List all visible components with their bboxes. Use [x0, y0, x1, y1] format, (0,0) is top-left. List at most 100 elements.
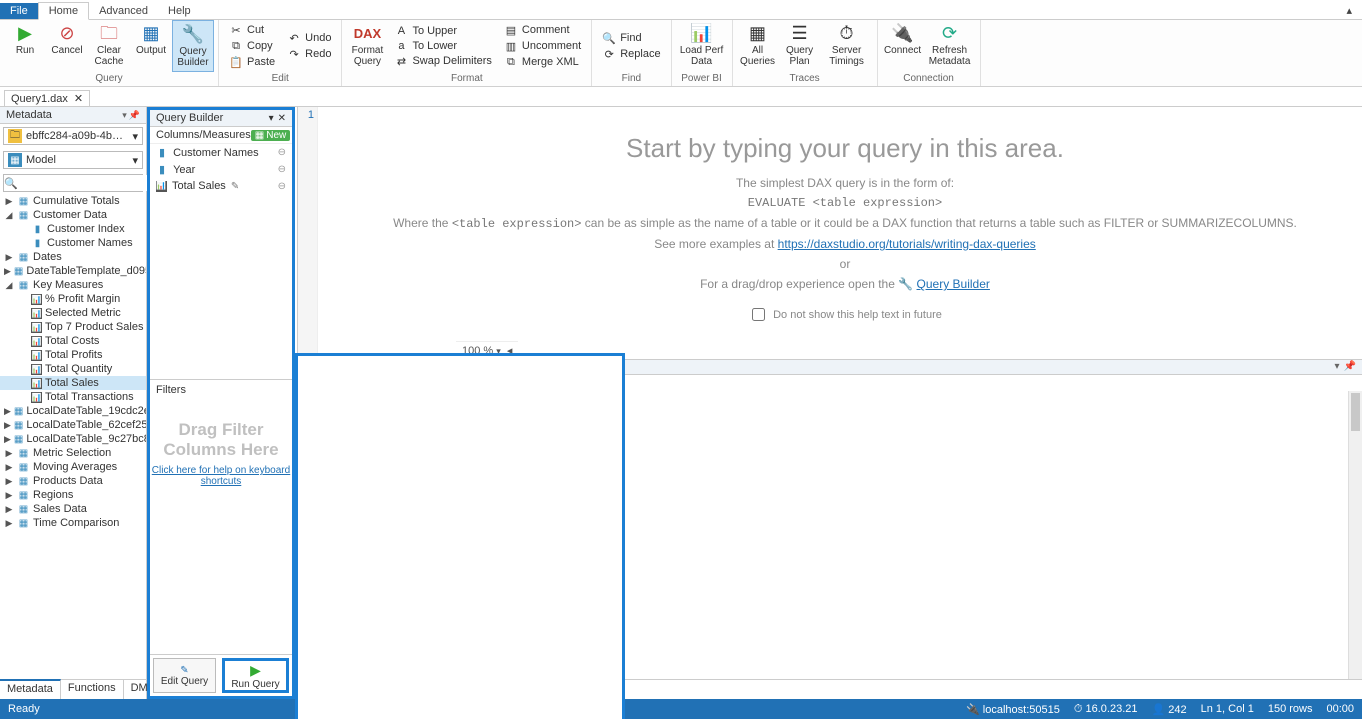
tree-node[interactable]: ▶▦Sales Data	[0, 502, 146, 516]
close-icon[interactable]: ✕	[74, 92, 83, 105]
column-header[interactable]: Customer Names	[297, 375, 399, 392]
tab-file[interactable]: File	[0, 3, 38, 19]
tree-node[interactable]: ▶▦DateTableTemplate_d095fb	[0, 264, 146, 278]
results-grid[interactable]: Customer NamesYearTotal SalesAvon Corp20…	[297, 375, 528, 671]
metadata-tree[interactable]: ▶▦Cumulative Totals◢▦Customer Data▮Custo…	[0, 194, 146, 679]
query-editor[interactable]: 1 Start by typing your query in this are…	[297, 107, 1362, 359]
tree-node[interactable]: ▶▦Cumulative Totals	[0, 194, 146, 208]
run-query-button[interactable]: ▶Run Query	[222, 658, 289, 693]
remove-icon[interactable]: ⊖	[278, 164, 286, 175]
table-row[interactable]: Ei2014$802,854.30	[297, 498, 528, 511]
comment-button[interactable]: ▤Comment	[501, 23, 584, 38]
cut-button[interactable]: ✂Cut	[226, 23, 278, 38]
metadata-search[interactable]: 🔍	[3, 174, 143, 192]
tree-node[interactable]: 📊Total Quantity	[0, 362, 146, 376]
search-input[interactable]	[18, 175, 164, 191]
table-row[interactable]: Ohio2014$895,810.10	[297, 657, 528, 670]
table-row[interactable]: Pure Group2014$1,294,976.00	[297, 604, 528, 617]
tab-output[interactable]: Output	[297, 680, 351, 699]
tree-node[interactable]: ▶▦Metric Selection	[0, 446, 146, 460]
output-button[interactable]: ▦Output	[130, 20, 172, 72]
collapse-ribbon[interactable]: ▴	[1336, 2, 1362, 19]
connect-button[interactable]: 🔌Connect	[882, 20, 924, 72]
table-row[interactable]: Qualitest2014$764,811.70	[297, 631, 528, 644]
tree-node[interactable]: ▮Customer Index	[0, 222, 146, 236]
table-row[interactable]: Linde2014$739,425.40	[297, 564, 528, 577]
tab-help[interactable]: Help	[158, 3, 201, 19]
copy-button[interactable]: ⧉Copy	[226, 39, 278, 54]
tree-node[interactable]: 📊Total Sales	[0, 376, 146, 390]
paste-button[interactable]: 📋Paste	[226, 55, 278, 70]
table-row[interactable]: Rochester Ltd2014$825,312.70	[297, 578, 528, 591]
find-button[interactable]: 🔍Find	[599, 31, 663, 46]
tree-node[interactable]: 📊% Profit Margin	[0, 292, 146, 306]
uncomment-button[interactable]: ▥Uncomment	[501, 39, 584, 54]
cancel-button[interactable]: ⊘Cancel	[46, 20, 88, 72]
tab-results[interactable]: Results	[351, 679, 409, 699]
close-icon[interactable]: ✕	[278, 113, 286, 124]
table-row[interactable]: Medsep Group2014$718,266.80	[297, 485, 528, 498]
table-row[interactable]: Pacific Ltd2014$551,972.80	[297, 644, 528, 657]
tree-node[interactable]: ▶▦LocalDateTable_9c27bc84-	[0, 432, 146, 446]
filters-drop-zone[interactable]: Drag Filter Columns Here Click here for …	[150, 400, 292, 654]
tab-query-history[interactable]: Query History	[409, 680, 497, 699]
tree-node[interactable]: ▶▦LocalDateTable_62cef255-0	[0, 418, 146, 432]
scrollbar[interactable]	[1348, 391, 1362, 679]
load-perf-button[interactable]: 📊Load Perf Data	[676, 20, 728, 72]
tree-node[interactable]: ▮Customer Names	[0, 236, 146, 250]
tab-home[interactable]: Home	[38, 2, 89, 20]
help-link[interactable]: Click here for help on keyboard shortcut…	[150, 465, 292, 487]
tab-metadata[interactable]: Metadata	[0, 679, 61, 699]
server-timings-button[interactable]: ⏱Server Timings	[821, 20, 873, 72]
table-row[interactable]: Avon Corp2014$508,329.00	[297, 392, 528, 405]
tree-node[interactable]: ▶▦Moving Averages	[0, 460, 146, 474]
query-plan-button[interactable]: ☰Query Plan	[779, 20, 821, 72]
table-row[interactable]: ETUDE Ltd2014$845,117.90	[297, 431, 528, 444]
column-header[interactable]: Year	[399, 375, 440, 392]
swap-delim-button[interactable]: ⇄Swap Delimiters	[391, 54, 494, 69]
table-row[interactable]: New Ltd2014$506,144.80	[297, 471, 528, 484]
model-combo[interactable]: ▦Model▾	[3, 151, 143, 169]
tab-functions[interactable]: Functions	[61, 680, 124, 699]
tree-node[interactable]: ▶▦Products Data	[0, 474, 146, 488]
tree-node[interactable]: ◢▦Customer Data	[0, 208, 146, 222]
qb-item[interactable]: ▮Year⊖	[150, 161, 292, 178]
table-row[interactable]: PEDIFIX, Corp2014$518,720.70	[297, 458, 528, 471]
column-header[interactable]: Total Sales	[441, 375, 528, 392]
tree-node[interactable]: 📊Total Costs	[0, 334, 146, 348]
tree-node[interactable]: 📊Total Profits	[0, 348, 146, 362]
format-query-button[interactable]: DAXFormat Query	[346, 20, 388, 72]
clear-cache-button[interactable]: 🗀Clear Cache	[88, 20, 130, 72]
qb-item[interactable]: ▮Customer Names⊖	[150, 144, 292, 161]
open-query-builder-link[interactable]: Query Builder	[917, 277, 990, 291]
tree-node[interactable]: 📊Top 7 Product Sales	[0, 320, 146, 334]
to-lower-button[interactable]: aTo Lower	[391, 39, 494, 53]
pin-icon[interactable]: ▾	[122, 110, 127, 121]
refresh-metadata-button[interactable]: ⟳Refresh Metadata	[924, 20, 976, 72]
query-builder-button[interactable]: 🔧Query Builder	[172, 20, 214, 72]
hide-help-checkbox[interactable]	[752, 308, 765, 321]
table-row[interactable]: Ole Group2014$946,361.60	[297, 551, 528, 564]
zoom-display[interactable]: 100 % ▾ ◂	[456, 341, 518, 359]
tree-node[interactable]: 📊Total Transactions	[0, 390, 146, 404]
all-queries-button[interactable]: ▦All Queries	[737, 20, 779, 72]
table-row[interactable]: 3LAB, Ltd2014$490,044.70	[297, 591, 528, 604]
run-button[interactable]: ▶Run	[4, 20, 46, 72]
table-row[interactable]: 21st Ltd2014$664,318.40	[297, 511, 528, 524]
remove-icon[interactable]: ⊖	[278, 181, 286, 192]
table-row[interactable]: Apollo Ltd2014$917,216.60	[297, 524, 528, 537]
new-measure-button[interactable]: ▦ New	[251, 130, 290, 141]
database-combo[interactable]: 🗀ebffc284-a09b-4b2d-a1b8-▾	[3, 127, 143, 145]
table-row[interactable]: Medline2014$821,741.60	[297, 538, 528, 551]
tree-node[interactable]: ▶▦Dates	[0, 250, 146, 264]
undo-button[interactable]: ↶Undo	[284, 31, 334, 46]
tree-node[interactable]: ▶▦Time Comparison	[0, 516, 146, 530]
merge-xml-button[interactable]: ⧉Merge XML	[501, 55, 584, 70]
tree-node[interactable]: ▶▦Regions	[0, 488, 146, 502]
edit-icon[interactable]: ✎	[231, 181, 239, 192]
tree-node[interactable]: 📊Selected Metric	[0, 306, 146, 320]
table-row[interactable]: WakeFern2014$410,127.10	[297, 405, 528, 418]
edit-query-button[interactable]: ✎Edit Query	[153, 658, 216, 693]
remove-icon[interactable]: ⊖	[278, 147, 286, 158]
qb-item[interactable]: 📊Total Sales✎⊖	[150, 178, 292, 194]
